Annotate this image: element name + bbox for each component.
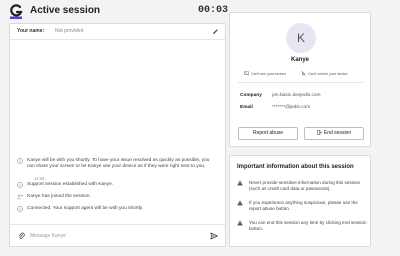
warning-icon <box>237 180 243 186</box>
message-composer <box>10 224 225 246</box>
info-item-text: Never provide sensitive information duri… <box>249 180 361 192</box>
warning-icon <box>237 200 243 206</box>
logo-icon <box>10 4 23 19</box>
info-item-text: You can end this session any time by cli… <box>249 220 367 232</box>
permission-screen: Can't see your screen <box>244 71 286 76</box>
company-value: pm.basic.devjedis.com <box>272 93 321 98</box>
agent-card: K Kanye Can't see your screen Can't cont… <box>229 12 371 147</box>
session-info-card: Important information about this session… <box>229 155 371 247</box>
email-label: Email <box>240 105 253 110</box>
message-text: Kanye has joined the session. <box>27 194 91 199</box>
report-abuse-button[interactable]: Report abuse <box>238 127 298 140</box>
avatar: K <box>286 23 316 53</box>
name-row: Your name: Not provided <box>10 24 225 40</box>
send-icon[interactable] <box>210 232 218 240</box>
info-icon <box>17 158 23 164</box>
divider <box>238 82 364 83</box>
pencil-icon[interactable] <box>212 28 219 35</box>
message-text: Connected. Your support agent will be wi… <box>27 206 144 211</box>
company-label: Company <box>240 93 262 98</box>
info-item-text: If you experience anything suspicious, p… <box>249 200 358 212</box>
paperclip-icon[interactable] <box>18 232 25 240</box>
name-value: Not provided <box>55 28 84 34</box>
page-title: Active session <box>30 5 101 16</box>
permission-device: Can't control your device <box>301 71 347 76</box>
screen-off-icon <box>244 71 249 76</box>
message-text: Kanye will be with you shortly. To have … <box>27 158 210 169</box>
message-text: Support session established with Kanye. <box>27 182 114 187</box>
email-value: *******@jedis.com <box>272 105 311 110</box>
session-timer: 00:03 <box>197 5 228 16</box>
exit-icon <box>317 130 322 135</box>
check-circle-icon <box>17 206 23 212</box>
control-off-icon <box>301 71 306 76</box>
message-input[interactable] <box>30 230 190 242</box>
end-session-label: End session <box>323 130 352 136</box>
end-session-button[interactable]: End session <box>304 127 364 140</box>
user-join-icon <box>17 194 23 200</box>
permission-screen-label: Can't see your screen <box>251 72 286 76</box>
permission-device-label: Can't control your device <box>308 72 348 76</box>
chat-panel: Your name: Not provided Kanye will be wi… <box>9 23 226 247</box>
name-label: Your name: <box>17 28 45 34</box>
info-title: Important information about this session <box>237 164 354 170</box>
warning-icon <box>237 220 243 226</box>
message-timestamp: 14:56 <box>34 176 45 181</box>
check-circle-icon <box>17 182 23 188</box>
agent-name: Kanye <box>290 57 309 63</box>
